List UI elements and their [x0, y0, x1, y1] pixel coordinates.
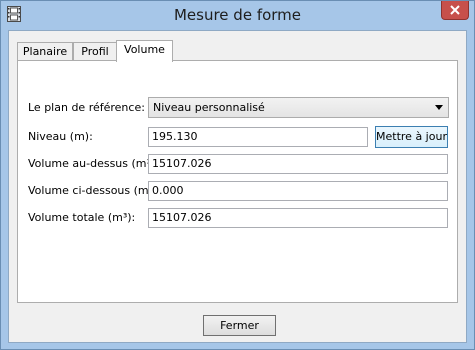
- tab-volume[interactable]: Volume: [116, 40, 173, 62]
- volume-below-label: Volume ci-dessous (m³):: [28, 184, 162, 197]
- volume-panel: Le plan de référence: Niveau personnalis…: [17, 60, 458, 303]
- close-button[interactable]: Fermer: [203, 315, 276, 336]
- reference-label: Le plan de référence:: [28, 101, 145, 114]
- reference-select[interactable]: Niveau personnalisé: [148, 97, 449, 118]
- volume-above-label: Volume au-dessus (m³):: [28, 157, 159, 170]
- window-title: Mesure de forme: [173, 6, 302, 24]
- volume-total-label: Volume totale (m³):: [28, 211, 136, 224]
- chevron-down-icon: [435, 105, 443, 110]
- volume-above-field[interactable]: 15107.026: [148, 154, 448, 174]
- level-label: Niveau (m):: [28, 130, 93, 143]
- volume-total-field[interactable]: 15107.026: [148, 208, 448, 228]
- update-button[interactable]: Mettre à jour: [375, 126, 448, 148]
- tab-planaire[interactable]: Planaire: [17, 42, 73, 61]
- dialog-window: Mesure de forme Planaire Profil Volume L…: [0, 0, 475, 350]
- reference-select-value: Niveau personnalisé: [153, 101, 265, 114]
- level-input[interactable]: 195.130: [148, 127, 368, 147]
- window-close-button[interactable]: [441, 1, 469, 20]
- dialog-client-area: Planaire Profil Volume Le plan de référe…: [8, 30, 467, 343]
- tab-profil[interactable]: Profil: [73, 42, 117, 61]
- title-bar[interactable]: Mesure de forme: [1, 1, 474, 29]
- close-icon: [450, 5, 460, 15]
- volume-below-field[interactable]: 0.000: [148, 181, 448, 201]
